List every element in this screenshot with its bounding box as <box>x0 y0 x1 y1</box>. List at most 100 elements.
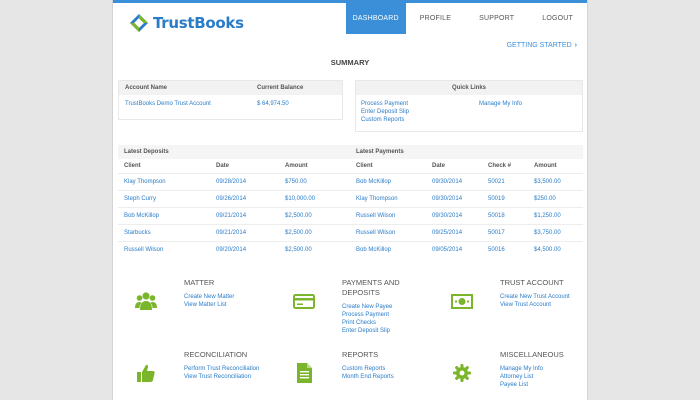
getting-started-link[interactable]: GETTING STARTED › <box>507 42 577 49</box>
payment-date[interactable]: 09/30/2014 <box>426 189 482 207</box>
gear-icon[interactable] <box>451 362 473 384</box>
table-row: Bob McKillop 09/21/2014 $2,500.00 <box>118 206 350 224</box>
manage-my-info-link[interactable]: Manage My Info <box>500 365 564 373</box>
table-row: Klay Thompson 09/30/2014 50019 $250.00 <box>350 189 583 207</box>
deposit-date[interactable]: 09/20/2014 <box>210 240 279 258</box>
view-matter-list-link[interactable]: View Matter List <box>184 301 234 309</box>
table-row: Bob McKillop 09/30/2014 50021 $3,500.00 <box>350 172 583 190</box>
deposit-amount[interactable]: $2,500.00 <box>279 206 350 224</box>
view-trust-account-link[interactable]: View Trust Account <box>500 301 570 309</box>
deposit-date[interactable]: 09/21/2014 <box>210 206 279 224</box>
trust-account-title: TRUST ACCOUNT <box>500 278 564 287</box>
custom-reports-link[interactable]: Custom Reports <box>342 365 394 373</box>
getting-started-label: GETTING STARTED <box>506 42 572 49</box>
payments-deposits-section: PAYMENTS AND DEPOSITS Create New Payee P… <box>293 278 406 335</box>
account-balance[interactable]: $ 64,974.50 <box>257 101 289 107</box>
create-new-payee-link[interactable]: Create New Payee <box>342 303 406 311</box>
deposit-date[interactable]: 09/26/2014 <box>210 189 279 207</box>
main-nav: DASHBOARD PROFILE SUPPORT LOGOUT <box>345 3 587 34</box>
deposit-amount[interactable]: $750.00 <box>279 172 350 190</box>
quick-links-right: Manage My Info <box>479 100 522 124</box>
deposit-amount[interactable]: $2,500.00 <box>279 223 350 241</box>
payment-date[interactable]: 09/25/2014 <box>426 223 482 241</box>
deposits-title: Latest Deposits <box>118 145 350 159</box>
quick-link-manage-my-info[interactable]: Manage My Info <box>479 100 522 108</box>
banknote-icon[interactable] <box>451 290 473 312</box>
quick-links-panel: Quick Links Process Payment Enter Deposi… <box>355 80 583 132</box>
deposit-client[interactable]: Russell Wilson <box>118 240 210 258</box>
deposit-amount[interactable]: $10,000.00 <box>279 189 350 207</box>
payment-date[interactable]: 09/30/2014 <box>426 172 482 190</box>
nav-dashboard[interactable]: DASHBOARD <box>345 3 406 34</box>
perform-trust-reconciliation-link[interactable]: Perform Trust Reconciliation <box>184 365 259 373</box>
payment-check[interactable]: 50016 <box>482 240 528 258</box>
payments-header-row: Client Date Check # Amount <box>350 159 583 173</box>
matter-content: MATTER Create New Matter View Matter Lis… <box>184 278 234 312</box>
brand-logo[interactable]: TrustBooks <box>129 13 244 33</box>
payment-client[interactable]: Russell Wilson <box>350 206 426 224</box>
view-trust-reconciliation-link[interactable]: View Trust Reconciliation <box>184 373 259 381</box>
payment-client[interactable]: Bob McKillop <box>350 240 426 258</box>
payment-check[interactable]: 50018 <box>482 206 528 224</box>
month-end-reports-link[interactable]: Month End Reports <box>342 373 394 381</box>
payment-amount[interactable]: $250.00 <box>528 189 583 207</box>
deposits-col-amount: Amount <box>285 162 308 169</box>
nav-profile[interactable]: PROFILE <box>406 3 465 34</box>
process-payment-link[interactable]: Process Payment <box>342 311 406 319</box>
payment-amount[interactable]: $1,250.00 <box>528 206 583 224</box>
print-checks-link[interactable]: Print Checks <box>342 319 406 327</box>
account-name-link[interactable]: TrustBooks Demo Trust Account <box>125 101 257 107</box>
payment-check[interactable]: 50019 <box>482 189 528 207</box>
create-new-matter-link[interactable]: Create New Matter <box>184 293 234 301</box>
matter-section: MATTER Create New Matter View Matter Lis… <box>135 278 234 312</box>
users-icon[interactable] <box>135 290 157 312</box>
table-row: Russell Wilson 09/20/2014 $2,500.00 <box>118 240 350 258</box>
payment-amount[interactable]: $3,500.00 <box>528 172 583 190</box>
quick-links-body: Process Payment Enter Deposit Slip Custo… <box>356 95 582 129</box>
col-account-name: Account Name <box>125 85 168 91</box>
deposit-amount[interactable]: $2,500.00 <box>279 240 350 258</box>
deposit-client[interactable]: Klay Thompson <box>118 172 210 190</box>
quick-link-enter-deposit-slip[interactable]: Enter Deposit Slip <box>361 108 479 116</box>
deposit-date[interactable]: 09/28/2014 <box>210 172 279 190</box>
payment-client[interactable]: Bob McKillop <box>350 172 426 190</box>
payment-amount[interactable]: $4,500.00 <box>528 240 583 258</box>
attorney-list-link[interactable]: Attorney List <box>500 373 564 381</box>
payment-date[interactable]: 09/05/2014 <box>426 240 482 258</box>
payments-table: Client Date Check # Amount Bob McKillop … <box>350 159 583 258</box>
payment-client[interactable]: Klay Thompson <box>350 189 426 207</box>
create-new-trust-account-link[interactable]: Create New Trust Account <box>500 293 570 301</box>
quick-links-left: Process Payment Enter Deposit Slip Custo… <box>361 100 479 124</box>
accounts-panel: Account Name Current Balance TrustBooks … <box>118 80 343 120</box>
reports-content: REPORTS Custom Reports Month End Reports <box>342 350 394 384</box>
trust-account-section: TRUST ACCOUNT Create New Trust Account V… <box>451 278 570 312</box>
deposit-date[interactable]: 09/21/2014 <box>210 223 279 241</box>
deposits-table: Client Date Amount Klay Thompson 09/28/2… <box>118 159 350 258</box>
nav-logout[interactable]: LOGOUT <box>528 3 587 34</box>
payment-client[interactable]: Russell Wilson <box>350 223 426 241</box>
thumbs-up-icon[interactable] <box>135 362 157 384</box>
deposit-client[interactable]: Steph Curry <box>118 189 210 207</box>
header: TrustBooks DASHBOARD PROFILE SUPPORT LOG… <box>113 3 587 45</box>
deposit-client[interactable]: Bob McKillop <box>118 206 210 224</box>
payments-col-amount: Amount <box>534 162 557 169</box>
payments-deposits-title: PAYMENTS AND DEPOSITS <box>342 278 400 297</box>
payee-list-link[interactable]: Payee List <box>500 381 564 389</box>
payments-deposits-content: PAYMENTS AND DEPOSITS Create New Payee P… <box>342 278 406 335</box>
nav-support[interactable]: SUPPORT <box>465 3 528 34</box>
deposit-client[interactable]: Starbucks <box>118 223 210 241</box>
payment-date[interactable]: 09/30/2014 <box>426 206 482 224</box>
summary-title: SUMMARY <box>330 58 370 67</box>
quick-link-custom-reports[interactable]: Custom Reports <box>361 116 479 124</box>
payment-check[interactable]: 50021 <box>482 172 528 190</box>
credit-card-icon[interactable] <box>293 290 315 312</box>
payment-check[interactable]: 50017 <box>482 223 528 241</box>
quick-link-process-payment[interactable]: Process Payment <box>361 100 479 108</box>
reports-title: REPORTS <box>342 350 379 359</box>
payment-amount[interactable]: $3,750.00 <box>528 223 583 241</box>
matter-title: MATTER <box>184 278 215 287</box>
reconciliation-title: RECONCILIATION <box>184 350 248 359</box>
trust-account-content: TRUST ACCOUNT Create New Trust Account V… <box>500 278 570 312</box>
enter-deposit-slip-link[interactable]: Enter Deposit Slip <box>342 327 406 335</box>
document-icon[interactable] <box>293 362 315 384</box>
